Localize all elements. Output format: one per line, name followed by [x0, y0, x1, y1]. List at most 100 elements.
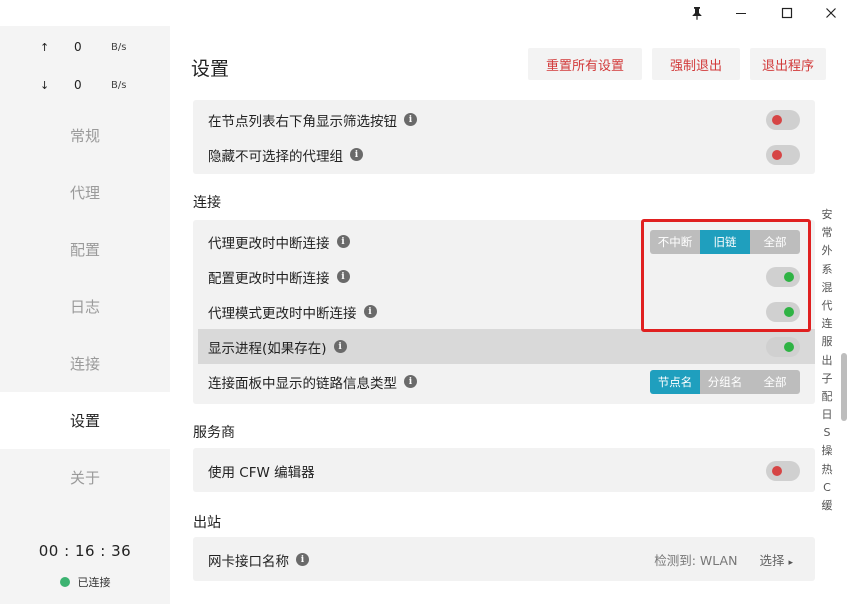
option-all[interactable]: 全部 — [750, 229, 800, 254]
info-icon[interactable]: i — [336, 235, 350, 248]
row-label: 使用 CFW 编辑器 — [208, 464, 315, 481]
index-item[interactable]: 外 — [822, 242, 833, 260]
sidebar-item-profiles[interactable]: 配置 — [0, 221, 170, 278]
connection-status-label: 已连接 — [77, 576, 111, 589]
index-item[interactable]: 连 — [822, 315, 833, 333]
index-item[interactable]: S — [824, 424, 831, 442]
info-icon[interactable]: i — [363, 305, 377, 318]
sidebar-nav: 常规 代理 配置 日志 连接 设置 关于 — [0, 107, 170, 506]
section-title-outbound: 出站 — [193, 515, 221, 531]
sidebar-item-connections[interactable]: 连接 — [0, 335, 170, 392]
index-item[interactable]: C — [823, 479, 831, 497]
sidebar: ↑ 0 B/s ↓ 0 B/s 常规 代理 配置 日志 连接 设置 关于 00 … — [0, 26, 170, 604]
download-speed: ↓ 0 B/s — [0, 68, 170, 102]
select-interface-button[interactable]: 选择 ▸ — [759, 550, 793, 569]
info-icon[interactable]: i — [333, 340, 347, 353]
connection-settings-card: 代理更改时中断连接 i 不中断 旧链 全部 配置更改时中断连接 i 代理模式更改… — [193, 220, 815, 404]
option-no-interrupt[interactable]: 不中断 — [650, 229, 700, 254]
index-item[interactable]: 子 — [822, 370, 833, 388]
option-node-name[interactable]: 节点名 — [650, 369, 700, 394]
maximize-icon[interactable] — [764, 0, 810, 26]
sidebar-item-about[interactable]: 关于 — [0, 449, 170, 506]
index-item[interactable]: 系 — [822, 261, 833, 279]
row-label: 代理更改时中断连接 i — [208, 232, 350, 252]
info-icon[interactable]: i — [296, 553, 309, 566]
settings-row: 隐藏不可选择的代理组 i — [193, 137, 815, 172]
sidebar-item-proxies[interactable]: 代理 — [0, 164, 170, 221]
section-index: 安 常 外 系 混 代 连 服 出 子 配 日 S 操 热 C 缓 — [820, 206, 834, 515]
index-item[interactable]: 配 — [822, 388, 833, 406]
proxy-change-interrupt-selector: 不中断 旧链 全部 — [650, 229, 800, 254]
toggle-knob — [784, 271, 794, 282]
display-settings-card: 在节点列表右下角显示筛选按钮 i 隐藏不可选择的代理组 i — [193, 100, 815, 174]
row-label: 网卡接口名称 i — [208, 550, 309, 570]
option-old-chain[interactable]: 旧链 — [700, 229, 750, 254]
index-item[interactable]: 热 — [822, 461, 833, 479]
row-label: 连接面板中显示的链路信息类型 i — [208, 372, 417, 392]
outbound-settings-card: 网卡接口名称 i 检测到: WLAN 选择 ▸ — [193, 537, 815, 581]
pin-icon[interactable] — [674, 0, 720, 26]
app-window: ↑ 0 B/s ↓ 0 B/s 常规 代理 配置 日志 连接 设置 关于 00 … — [0, 0, 854, 604]
settings-row: 显示进程(如果存在) i — [198, 329, 815, 364]
info-icon[interactable]: i — [404, 113, 417, 126]
settings-row: 代理模式更改时中断连接 i — [193, 294, 815, 329]
profile-change-interrupt-toggle[interactable] — [766, 266, 800, 287]
toggle-knob — [784, 341, 794, 352]
settings-row: 在节点列表右下角显示筛选按钮 i — [193, 102, 815, 137]
hide-unselectable-groups-toggle[interactable] — [766, 144, 800, 165]
info-icon[interactable]: i — [404, 375, 417, 388]
option-all[interactable]: 全部 — [750, 369, 800, 394]
interface-picker: 检测到: WLAN 选择 ▸ — [654, 550, 793, 569]
close-icon[interactable] — [808, 0, 854, 26]
upload-arrow-icon: ↑ — [40, 41, 50, 54]
settings-row: 网卡接口名称 i 检测到: WLAN 选择 ▸ — [193, 542, 815, 577]
provider-settings-card: 使用 CFW 编辑器 — [193, 448, 815, 492]
uptime-clock: 00 : 16 : 36 — [38, 542, 132, 560]
row-label: 配置更改时中断连接 i — [208, 267, 350, 287]
index-item[interactable]: 缓 — [822, 497, 833, 515]
settings-row: 代理更改时中断连接 i 不中断 旧链 全部 — [193, 224, 815, 259]
sidebar-item-logs[interactable]: 日志 — [0, 278, 170, 335]
download-unit: B/s — [111, 80, 127, 91]
option-group-name[interactable]: 分组名 — [700, 369, 750, 394]
minimize-icon[interactable] — [718, 0, 764, 26]
index-item[interactable]: 代 — [822, 297, 833, 315]
settings-row: 连接面板中显示的链路信息类型 i 节点名 分组名 全部 — [193, 364, 815, 399]
force-quit-button[interactable]: 强制退出 — [652, 48, 740, 80]
reset-all-settings-button[interactable]: 重置所有设置 — [528, 48, 642, 80]
index-item[interactable]: 安 — [822, 206, 833, 224]
info-icon[interactable]: i — [336, 270, 350, 283]
scrollbar-thumb[interactable] — [841, 353, 847, 421]
settings-panel: 设置 重置所有设置 强制退出 退出程序 在节点列表右下角显示筛选按钮 i 隐藏不… — [170, 26, 854, 604]
row-label: 隐藏不可选择的代理组 i — [208, 145, 363, 165]
index-item[interactable]: 日 — [822, 406, 833, 424]
sidebar-item-settings[interactable]: 设置 — [0, 392, 170, 449]
toggle-knob — [772, 114, 782, 125]
index-item[interactable]: 出 — [822, 352, 833, 370]
chain-info-type-selector: 节点名 分组名 全部 — [650, 369, 800, 394]
show-process-toggle[interactable] — [766, 336, 800, 357]
index-item[interactable]: 常 — [822, 224, 833, 242]
exit-program-button[interactable]: 退出程序 — [750, 48, 826, 80]
download-value: 0 — [74, 78, 82, 92]
sidebar-item-general[interactable]: 常规 — [0, 107, 170, 164]
page-title: 设置 — [191, 58, 230, 80]
section-title-connection: 连接 — [193, 195, 221, 211]
status-dot-icon — [59, 577, 70, 587]
row-label: 显示进程(如果存在) i — [208, 337, 347, 357]
row-label: 在节点列表右下角显示筛选按钮 i — [208, 110, 417, 130]
index-item[interactable]: 服 — [822, 333, 833, 351]
download-arrow-icon: ↓ — [40, 79, 50, 92]
row-label: 代理模式更改时中断连接 i — [208, 302, 377, 322]
show-filter-button-toggle[interactable] — [766, 109, 800, 130]
info-icon[interactable]: i — [350, 148, 363, 161]
toggle-knob — [772, 149, 782, 160]
index-item[interactable]: 混 — [822, 279, 833, 297]
section-title-provider: 服务商 — [193, 425, 235, 441]
upload-unit: B/s — [111, 42, 127, 53]
mode-change-interrupt-toggle[interactable] — [766, 301, 800, 322]
detected-interface: 检测到: WLAN — [654, 553, 738, 568]
use-cfw-editor-toggle[interactable] — [766, 460, 800, 481]
index-item[interactable]: 操 — [822, 442, 833, 460]
settings-row: 配置更改时中断连接 i — [193, 259, 815, 294]
